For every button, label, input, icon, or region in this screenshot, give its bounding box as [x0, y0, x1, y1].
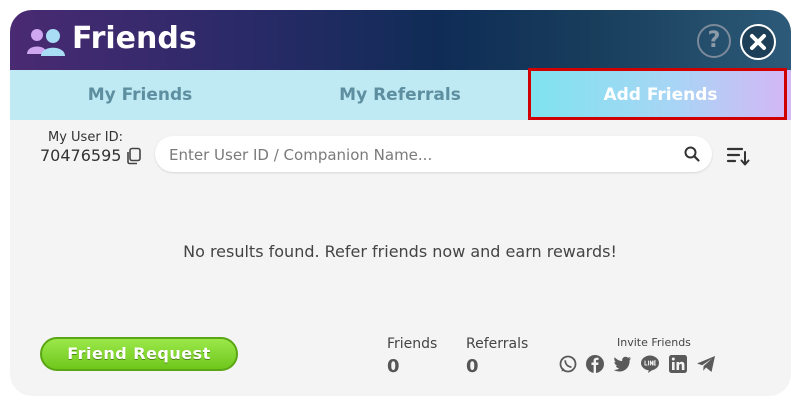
search-icon[interactable] — [683, 145, 701, 163]
sort-icon[interactable] — [726, 145, 750, 167]
tab-bar: My Friends My Referrals Add Friends — [10, 70, 791, 120]
page-title: Friends — [72, 21, 197, 56]
empty-state-message: No results found. Refer friends now and … — [183, 242, 617, 261]
close-button[interactable] — [740, 24, 776, 60]
friends-stat: Friends 0 — [387, 336, 437, 377]
friends-stat-label: Friends — [387, 336, 438, 352]
help-button[interactable]: ? — [697, 24, 731, 58]
referrals-count: 0 — [466, 356, 479, 377]
line-icon[interactable] — [640, 354, 660, 374]
tab-my-friends[interactable]: My Friends — [10, 70, 270, 120]
dialog-header: Friends ? — [10, 10, 791, 70]
invite-friends-label: Invite Friends — [617, 336, 691, 349]
linkedin-icon[interactable] — [668, 354, 688, 374]
tab-my-referrals[interactable]: My Referrals — [270, 70, 530, 120]
friend-request-button[interactable]: Friend Request — [40, 337, 238, 371]
close-icon — [750, 34, 766, 50]
twitter-icon[interactable] — [612, 354, 632, 374]
telegram-icon[interactable] — [696, 354, 716, 374]
user-id-row: 70476595 — [40, 146, 143, 165]
search-input[interactable] — [167, 136, 671, 174]
facebook-icon[interactable] — [585, 354, 605, 374]
whatsapp-icon[interactable] — [558, 354, 578, 374]
user-id-label: My User ID: — [48, 130, 124, 145]
friends-count: 0 — [387, 356, 400, 377]
search-bar — [155, 136, 712, 174]
referrals-stat-label: Referrals — [466, 336, 529, 352]
friends-icon — [27, 29, 65, 56]
referrals-stat: Referrals 0 — [466, 336, 528, 377]
tab-add-friends[interactable]: Add Friends — [530, 70, 791, 120]
user-id-value: 70476595 — [40, 146, 122, 165]
copy-icon[interactable] — [125, 147, 143, 165]
